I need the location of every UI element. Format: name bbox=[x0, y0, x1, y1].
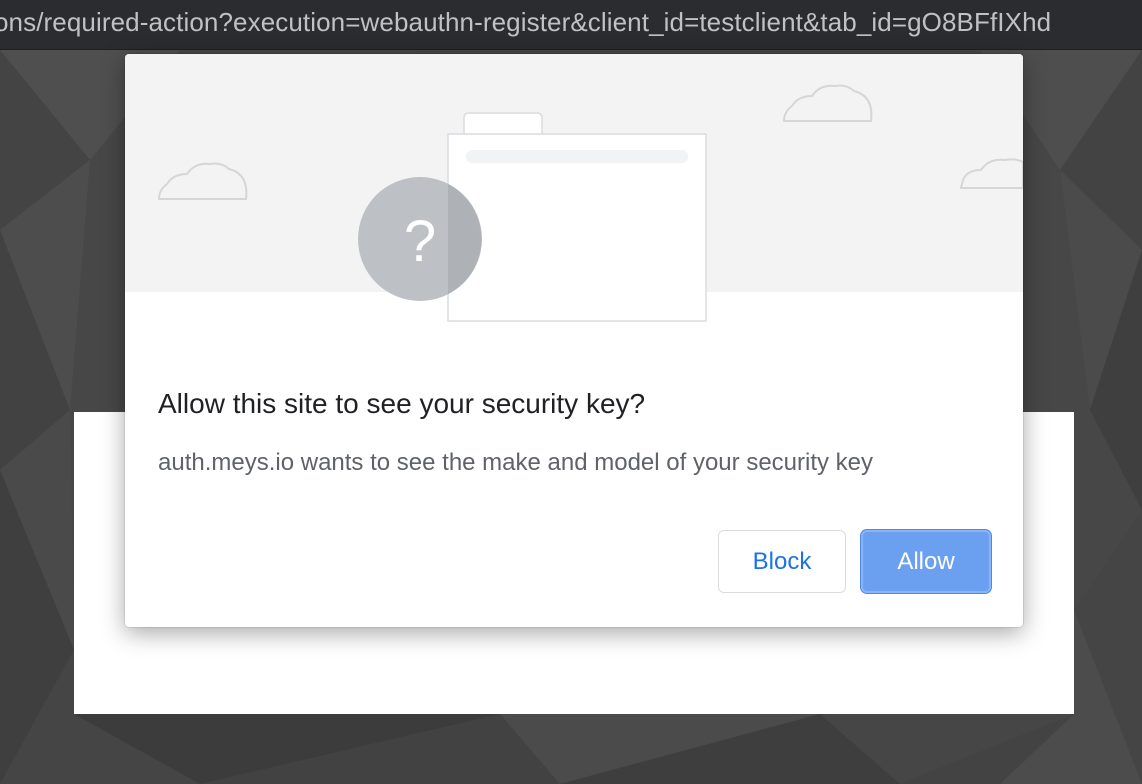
allow-button[interactable]: Allow bbox=[861, 530, 991, 593]
browser-window: ons/required-action?execution=webauthn-r… bbox=[0, 0, 1142, 784]
url-text[interactable]: ons/required-action?execution=webauthn-r… bbox=[0, 6, 1051, 38]
permission-dialog: ? Allow this site to see your security k… bbox=[125, 54, 1023, 627]
dialog-title: Allow this site to see your security key… bbox=[158, 388, 646, 419]
block-button[interactable]: Block bbox=[718, 530, 846, 593]
address-bar[interactable]: ons/required-action?execution=webauthn-r… bbox=[0, 0, 1142, 50]
dialog-message: auth.meys.io wants to see the make and m… bbox=[158, 449, 874, 476]
security-key-question-icon: ? bbox=[125, 54, 1023, 344]
question-mark-glyph: ? bbox=[404, 209, 436, 274]
